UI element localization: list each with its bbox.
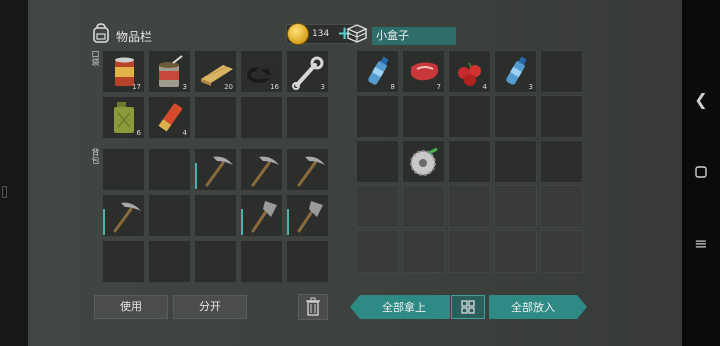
container-slot[interactable] bbox=[540, 140, 583, 183]
pickaxe-icon bbox=[113, 202, 141, 233]
put-all-button[interactable]: 全部放入 bbox=[489, 295, 587, 319]
backpack-slot[interactable] bbox=[286, 194, 329, 237]
backpack-icon bbox=[93, 23, 109, 43]
container-slot[interactable] bbox=[540, 95, 583, 138]
container-slot[interactable]: 8 bbox=[356, 50, 399, 93]
container-slot[interactable] bbox=[448, 185, 491, 228]
container-slot[interactable] bbox=[494, 185, 537, 228]
container-slot[interactable]: 4 bbox=[448, 50, 491, 93]
pocket-slot[interactable] bbox=[286, 96, 329, 139]
item-quantity: 16 bbox=[270, 83, 279, 91]
item-quantity: 4 bbox=[182, 129, 187, 137]
backpack-slot[interactable] bbox=[102, 148, 145, 191]
pocket-slot[interactable]: 3 bbox=[148, 50, 191, 93]
container-slot[interactable] bbox=[448, 140, 491, 183]
container-slot[interactable] bbox=[540, 185, 583, 228]
edge-marker bbox=[2, 186, 7, 198]
pocket-slot[interactable]: 6 bbox=[102, 96, 145, 139]
backpack-slot[interactable] bbox=[148, 194, 191, 237]
saw-blade-icon bbox=[410, 147, 438, 176]
axe-icon bbox=[251, 201, 277, 233]
item-quantity: 20 bbox=[224, 83, 233, 91]
menu-nav-button[interactable]: ≡ bbox=[682, 234, 720, 253]
backpack-slot[interactable] bbox=[148, 148, 191, 191]
backpack-slot[interactable] bbox=[102, 194, 145, 237]
item-quantity: 8 bbox=[390, 83, 395, 91]
container-slot[interactable] bbox=[402, 185, 445, 228]
left-screen-edge bbox=[0, 0, 28, 346]
container-slot[interactable] bbox=[448, 230, 491, 273]
grid-view-toggle[interactable] bbox=[451, 295, 485, 319]
backpack-slot[interactable] bbox=[286, 240, 329, 283]
pocket-slot[interactable]: 20 bbox=[194, 50, 237, 93]
use-button[interactable]: 使用 bbox=[94, 295, 168, 319]
inventory-panel: 物品栏 134 + 小盒子 ✕ 关闭 口袋 背包 1732016364 8743… bbox=[28, 0, 698, 346]
pocket-slot[interactable] bbox=[194, 96, 237, 139]
backpack-slot[interactable] bbox=[286, 148, 329, 191]
inventory-title: 物品栏 bbox=[116, 30, 153, 44]
home-nav-button[interactable] bbox=[682, 163, 720, 182]
item-quantity: 6 bbox=[136, 129, 141, 137]
container-slot[interactable]: 3 bbox=[494, 50, 537, 93]
container-slot[interactable] bbox=[356, 140, 399, 183]
pocket-slot[interactable]: 17 bbox=[102, 50, 145, 93]
backpack-label: 背包 bbox=[91, 148, 100, 164]
take-all-label: 全部拿上 bbox=[382, 300, 426, 314]
trash-button[interactable] bbox=[298, 294, 328, 320]
home-icon bbox=[695, 166, 707, 178]
backpack-slot[interactable] bbox=[148, 240, 191, 283]
item-quantity: 3 bbox=[320, 83, 325, 91]
container-slot[interactable] bbox=[494, 95, 537, 138]
backpack-slot[interactable] bbox=[240, 194, 283, 237]
android-nav-bar: ❮ ≡ bbox=[682, 0, 720, 346]
pocket-slot[interactable]: 4 bbox=[148, 96, 191, 139]
box-stack-icon bbox=[346, 24, 368, 43]
backpack-slot[interactable] bbox=[240, 148, 283, 191]
pickaxe-icon bbox=[297, 156, 325, 187]
grid-icon bbox=[461, 300, 475, 314]
backpack-slot[interactable] bbox=[102, 240, 145, 283]
item-quantity: 4 bbox=[482, 83, 487, 91]
container-slot[interactable] bbox=[448, 95, 491, 138]
back-nav-button[interactable]: ❮ bbox=[682, 90, 720, 109]
pocket-label: 口袋 bbox=[91, 50, 100, 66]
pickaxe-icon bbox=[251, 156, 279, 187]
item-quantity: 3 bbox=[528, 83, 533, 91]
coin-icon bbox=[287, 23, 309, 45]
container-slot[interactable] bbox=[356, 185, 399, 228]
axe-icon bbox=[297, 201, 323, 233]
backpack-slot[interactable] bbox=[194, 194, 237, 237]
take-all-button[interactable]: 全部拿上 bbox=[350, 295, 450, 319]
backpack-slot[interactable] bbox=[240, 240, 283, 283]
container-title: 小盒子 bbox=[372, 27, 456, 45]
split-button[interactable]: 分开 bbox=[173, 295, 247, 319]
container-slot[interactable]: 7 bbox=[402, 50, 445, 93]
item-quantity: 3 bbox=[182, 83, 187, 91]
container-slot[interactable] bbox=[494, 230, 537, 273]
put-all-label: 全部放入 bbox=[511, 300, 555, 314]
coin-amount: 134 bbox=[312, 29, 330, 39]
container-slot[interactable] bbox=[540, 50, 583, 93]
item-quantity: 7 bbox=[436, 83, 441, 91]
trash-icon bbox=[306, 297, 320, 316]
pocket-slot[interactable] bbox=[240, 96, 283, 139]
pocket-slot[interactable]: 16 bbox=[240, 50, 283, 93]
backpack-slot[interactable] bbox=[194, 148, 237, 191]
container-slot[interactable] bbox=[356, 230, 399, 273]
pocket-slot[interactable]: 3 bbox=[286, 50, 329, 93]
item-quantity: 17 bbox=[132, 83, 141, 91]
container-slot[interactable] bbox=[402, 140, 445, 183]
container-slot[interactable] bbox=[402, 95, 445, 138]
container-slot[interactable] bbox=[402, 230, 445, 273]
backpack-slot[interactable] bbox=[194, 240, 237, 283]
pickaxe-icon bbox=[205, 156, 233, 187]
container-slot[interactable] bbox=[356, 95, 399, 138]
container-slot[interactable] bbox=[540, 230, 583, 273]
container-slot[interactable] bbox=[494, 140, 537, 183]
